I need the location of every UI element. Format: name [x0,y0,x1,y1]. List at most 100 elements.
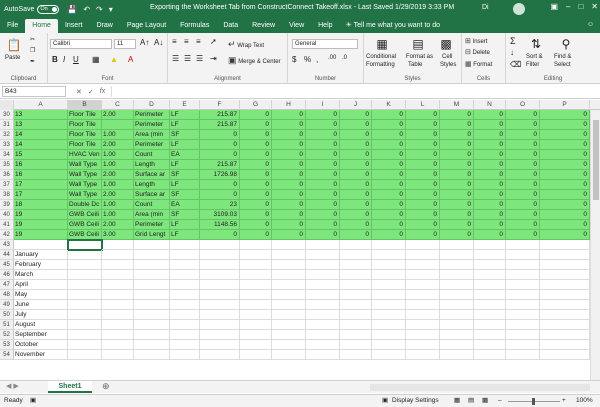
cell-i[interactable] [306,280,340,290]
autosave-toggle[interactable]: On [37,4,60,14]
cell-o[interactable] [506,330,540,340]
cell-c[interactable]: 1.00 [102,130,134,140]
tab-insert[interactable]: Insert [58,19,90,33]
cell-d[interactable]: Count [134,200,170,210]
cell-c[interactable]: 1.00 [102,180,134,190]
cell-j[interactable] [340,290,372,300]
cell-d[interactable] [134,330,170,340]
cell-k[interactable] [372,310,406,320]
cell-i[interactable]: 0 [306,180,340,190]
cell-h[interactable]: 0 [272,170,306,180]
maximize-icon[interactable]: □ [578,2,583,11]
cell-n[interactable]: 0 [474,110,506,120]
cell-f[interactable]: 0 [200,190,240,200]
cell-j[interactable]: 0 [340,140,372,150]
cell-b[interactable] [68,350,102,360]
cell-a[interactable]: 14 [14,130,68,140]
cell-n[interactable] [474,280,506,290]
cell-l[interactable] [406,290,440,300]
cell-n[interactable]: 0 [474,170,506,180]
cell-l[interactable]: 0 [406,130,440,140]
cell-p[interactable]: 0 [540,190,590,200]
cell-i[interactable]: 0 [306,160,340,170]
cell-b[interactable]: Wall Type [68,190,102,200]
cell-e[interactable] [170,300,200,310]
align-left-icon[interactable]: ☰ [172,54,179,63]
cell-p[interactable] [540,250,590,260]
cell-l[interactable] [406,300,440,310]
cell-g[interactable]: 0 [240,150,272,160]
cell-l[interactable] [406,340,440,350]
underline-icon[interactable]: U [73,55,79,64]
cell-f[interactable] [200,330,240,340]
cell-f[interactable]: 0 [200,140,240,150]
cell-o[interactable]: 0 [506,110,540,120]
cell-k[interactable]: 0 [372,110,406,120]
enter-icon[interactable]: ✓ [88,88,94,96]
row-header[interactable]: 31 [0,120,14,130]
cell-l[interactable] [406,240,440,250]
cell-p[interactable]: 0 [540,230,590,240]
cell-h[interactable] [272,340,306,350]
cell-a[interactable]: 15 [14,150,68,160]
cell-j[interactable]: 0 [340,210,372,220]
cell-n[interactable] [474,290,506,300]
column-header-k[interactable]: K [372,100,406,110]
cell-a[interactable]: January [14,250,68,260]
tab-file[interactable]: File [0,19,25,33]
cell-e[interactable]: SF [170,210,200,220]
find-select-button-2[interactable]: Select [554,62,571,68]
cell-h[interactable] [272,240,306,250]
number-format-box[interactable]: General [292,39,358,49]
cell-i[interactable]: 0 [306,150,340,160]
cell-j[interactable]: 0 [340,110,372,120]
cell-g[interactable]: 0 [240,210,272,220]
cell-o[interactable] [506,270,540,280]
cell-o[interactable] [506,250,540,260]
row-header[interactable]: 42 [0,230,14,240]
cell-j[interactable] [340,240,372,250]
cell-a[interactable]: November [14,350,68,360]
cell-o[interactable]: 0 [506,150,540,160]
cell-l[interactable] [406,310,440,320]
cell-b[interactable] [68,310,102,320]
cell-styles-icon[interactable]: ▩ [438,36,454,52]
font-size-box[interactable]: 11 [114,39,136,49]
cell-l[interactable] [406,270,440,280]
cell-b[interactable]: Double Dc [68,200,102,210]
cell-o[interactable]: 0 [506,190,540,200]
cell-g[interactable]: 0 [240,120,272,130]
cell-g[interactable] [240,290,272,300]
cell-m[interactable] [440,240,474,250]
cell-g[interactable]: 0 [240,170,272,180]
cell-f[interactable]: 0 [200,180,240,190]
cell-l[interactable] [406,350,440,360]
cell-o[interactable] [506,280,540,290]
cell-l[interactable]: 0 [406,220,440,230]
sheet-tab-sheet1[interactable]: Sheet1 [48,381,92,393]
cell-c[interactable] [102,350,134,360]
cell-m[interactable] [440,290,474,300]
cell-j[interactable] [340,270,372,280]
cell-b[interactable] [68,280,102,290]
row-header[interactable]: 30 [0,110,14,120]
cell-o[interactable]: 0 [506,160,540,170]
cell-p[interactable] [540,330,590,340]
tab-view[interactable]: View [282,19,311,33]
cell-l[interactable]: 0 [406,190,440,200]
column-header-a[interactable]: A [14,100,68,110]
cell-e[interactable] [170,290,200,300]
tab-page-layout[interactable]: Page Layout [120,19,173,33]
cell-d[interactable]: Surface ar [134,190,170,200]
cell-b[interactable] [68,270,102,280]
cell-o[interactable]: 0 [506,140,540,150]
column-header-b[interactable]: B [68,100,102,110]
cell-i[interactable]: 0 [306,120,340,130]
cell-f[interactable] [200,320,240,330]
cell-styles-button[interactable]: Cell [442,54,452,60]
cell-f[interactable] [200,240,240,250]
minimize-icon[interactable]: – [566,2,570,11]
share-icon[interactable]: ☺ [587,21,594,28]
cell-m[interactable]: 0 [440,120,474,130]
cell-c[interactable] [102,340,134,350]
